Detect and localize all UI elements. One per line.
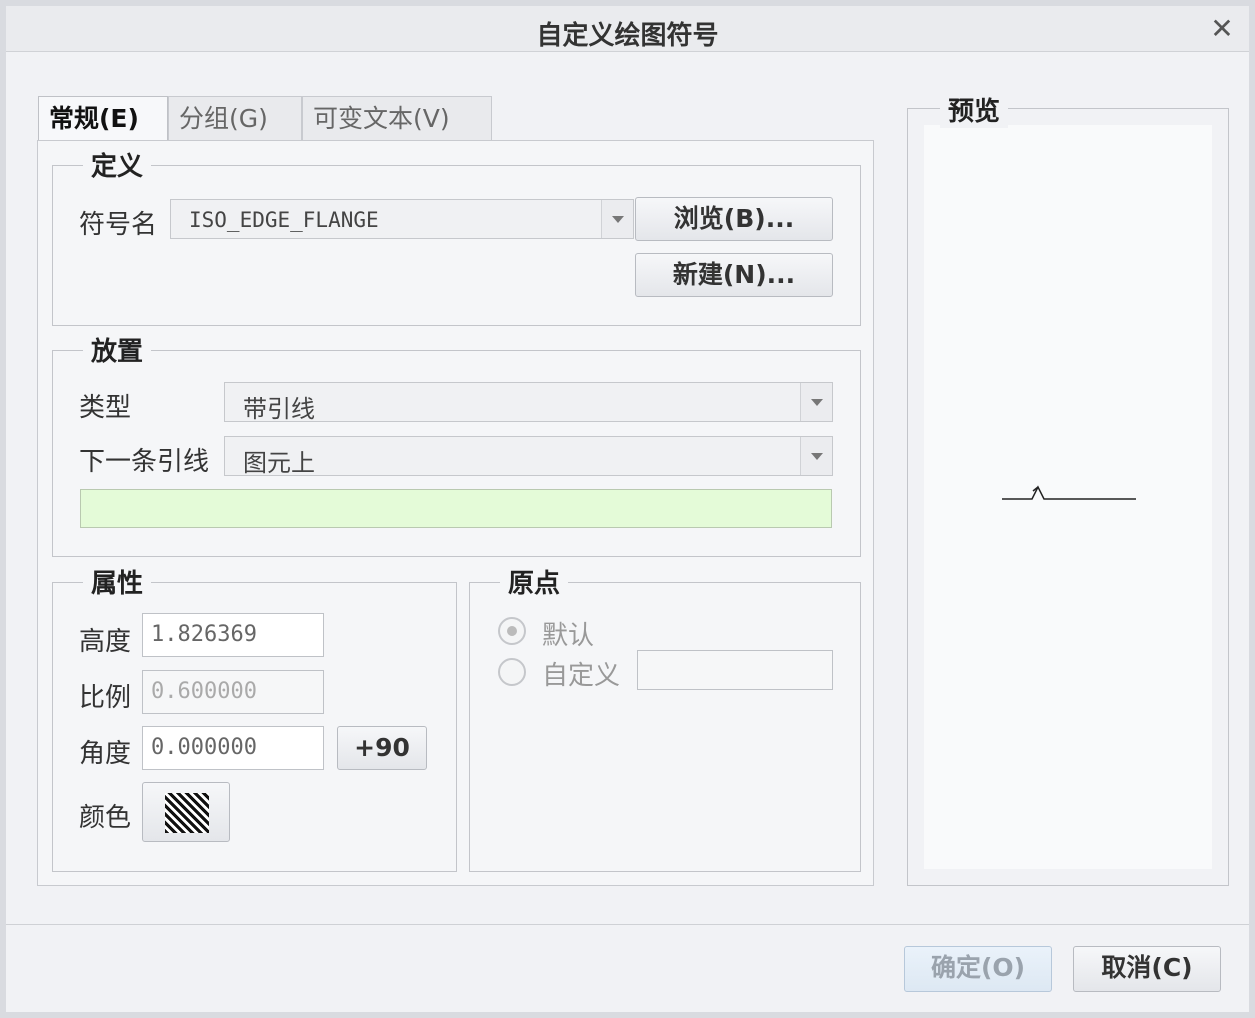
preview-group: 预览 [907,91,1229,886]
height-label: 高度 [79,627,132,657]
default-radio[interactable] [498,617,526,645]
origin-group-title: 原点 [500,563,569,600]
type-label: 类型 [79,393,132,423]
hatch-pattern-icon [165,793,209,833]
footer-separator [6,924,1249,925]
symbol-name-combo[interactable]: ISO_EDGE_FLANGE [170,199,634,239]
type-combo[interactable]: 带引线 [224,382,833,423]
placement-group-title: 放置 [83,331,152,368]
tab-general[interactable]: 常规(E) [38,96,168,142]
scale-label: 比例 [79,683,132,713]
tab-variable-text[interactable]: 可变文本(V) [302,96,492,140]
custom-radio[interactable] [498,658,526,686]
chevron-down-icon[interactable] [800,383,832,421]
preview-group-title: 预览 [940,91,1009,128]
properties-group-title: 属性 [83,563,152,600]
origin-group: 原点 默认 自定义 [469,563,861,872]
symbol-name-value: ISO_EDGE_FLANGE [189,208,379,232]
new-button[interactable]: 新建(N)... [635,253,833,297]
angle-label: 角度 [79,739,132,769]
default-label: 默认 [542,621,595,651]
scale-input[interactable]: 0.600000 [142,670,324,714]
chevron-down-icon[interactable] [601,200,633,238]
plus90-button[interactable]: +90 [337,726,427,770]
custom-origin-input[interactable] [637,650,833,690]
definition-group: 定义 符号名 ISO_EDGE_FLANGE 浏览(B)... 新建(N)... [52,146,861,326]
ok-button[interactable]: 确定(O) [904,946,1052,992]
next-leader-value: 图元上 [243,449,315,477]
browse-button[interactable]: 浏览(B)... [635,197,833,241]
symbol-name-label: 符号名 [79,210,158,240]
cancel-button[interactable]: 取消(C) [1073,946,1221,992]
status-bar [80,489,832,528]
preview-symbol [1002,485,1136,500]
color-label: 颜色 [79,803,132,833]
type-value: 带引线 [243,395,315,423]
custom-drawing-symbol-dialog: 自定义绘图符号 ✕ 常规(E) 分组(G) 可变文本(V) 定义 符号名 ISO… [0,0,1255,1018]
dialog-title: 自定义绘图符号 [536,21,719,51]
close-icon[interactable]: ✕ [1207,14,1237,44]
preview-canvas [924,125,1212,869]
title-bar: 自定义绘图符号 ✕ [6,6,1249,52]
tab-grouping[interactable]: 分组(G) [168,96,302,140]
properties-group: 属性 高度 1.826369 比例 0.600000 角度 0.000000 +… [52,563,457,872]
custom-label: 自定义 [542,661,621,691]
height-input[interactable]: 1.826369 [142,613,324,657]
edge-flange-symbol-icon [1002,485,1136,500]
chevron-down-icon[interactable] [800,437,832,475]
next-leader-label: 下一条引线 [79,447,210,477]
angle-input[interactable]: 0.000000 [142,726,324,770]
next-leader-combo[interactable]: 图元上 [224,436,833,477]
color-button[interactable] [142,782,230,842]
definition-group-title: 定义 [83,146,152,183]
